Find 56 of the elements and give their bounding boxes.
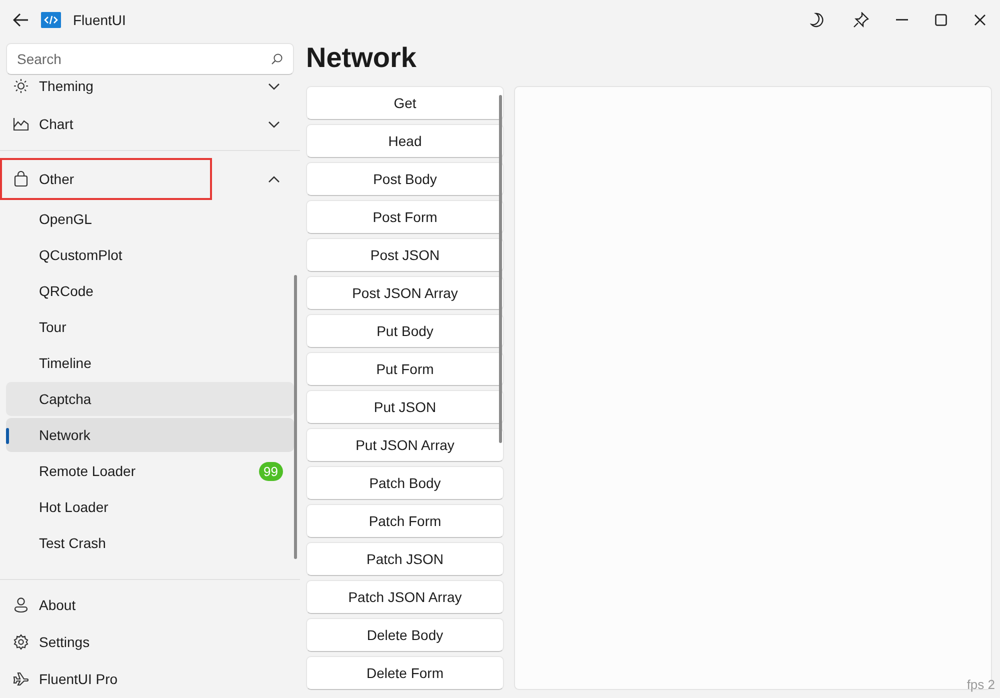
request-button[interactable]: Head: [306, 124, 504, 158]
page-title: Network: [306, 41, 418, 75]
settings-icon: [13, 634, 29, 650]
nav-item[interactable]: OpenGL: [6, 202, 294, 236]
nav-item[interactable]: Timeline: [6, 346, 294, 380]
sun-icon: [13, 78, 29, 94]
nav-item[interactable]: QRCode: [6, 274, 294, 308]
request-button[interactable]: Patch Form: [306, 504, 504, 538]
request-button[interactable]: Post JSON: [306, 238, 504, 272]
request-button[interactable]: Put JSON Array: [306, 428, 504, 462]
request-button[interactable]: Delete Form: [306, 656, 504, 690]
window-title: FluentUI: [73, 12, 126, 28]
chart-icon: [13, 117, 29, 131]
request-button[interactable]: Put Body: [306, 314, 504, 348]
search-field[interactable]: Search: [6, 43, 294, 75]
nav-item[interactable]: QCustomPlot: [6, 238, 294, 272]
fps-counter: fps 2: [966, 677, 995, 692]
request-button[interactable]: Post JSON Array: [306, 276, 504, 310]
request-button[interactable]: Put Form: [306, 352, 504, 386]
nav-item[interactable]: Hot Loader: [6, 490, 294, 524]
chevron-icon: [268, 120, 280, 128]
request-button[interactable]: Patch JSON Array: [306, 580, 504, 614]
airplane-icon: [13, 672, 29, 686]
scrollbar-thumb[interactable]: [499, 95, 502, 443]
request-button[interactable]: Delete Body: [306, 618, 504, 652]
back-arrow-icon[interactable]: [13, 13, 29, 27]
pin-icon[interactable]: [853, 12, 869, 28]
scrollbar-thumb[interactable]: [294, 275, 297, 559]
nav-item[interactable]: Test Crash: [6, 526, 294, 560]
nav-item[interactable]: Remote Loader 99: [6, 454, 294, 488]
nav-item[interactable]: FluentUI Pro: [0, 660, 294, 698]
request-button[interactable]: Patch Body: [306, 466, 504, 500]
request-button[interactable]: Put JSON: [306, 390, 504, 424]
close-icon[interactable]: [974, 14, 986, 26]
code-logo-icon: [41, 12, 61, 28]
request-button[interactable]: Get: [306, 86, 504, 120]
request-button[interactable]: Post Form: [306, 200, 504, 234]
nav-group-item[interactable]: Other: [0, 158, 212, 200]
minimize-icon[interactable]: [896, 19, 908, 21]
person-icon: [13, 597, 29, 614]
chevron-icon: [268, 82, 280, 90]
nav-item[interactable]: Captcha: [6, 382, 294, 416]
nav-item[interactable]: About: [0, 586, 294, 624]
search-icon: [271, 53, 283, 65]
nav-item[interactable]: Network: [6, 418, 294, 452]
moon-icon[interactable]: [810, 12, 826, 28]
nav-group-item[interactable]: Theming: [0, 75, 294, 105]
nav-item[interactable]: Tour: [6, 310, 294, 344]
maximize-icon[interactable]: [935, 14, 947, 26]
request-button[interactable]: Post Body: [306, 162, 504, 196]
count-badge: 99: [258, 462, 283, 480]
chevron-icon: [268, 176, 280, 182]
request-button[interactable]: Patch JSON: [306, 542, 504, 576]
shopping-bag-icon: [13, 171, 29, 187]
nav-group-item[interactable]: Chart: [0, 105, 294, 143]
nav-item[interactable]: Settings: [0, 624, 294, 661]
